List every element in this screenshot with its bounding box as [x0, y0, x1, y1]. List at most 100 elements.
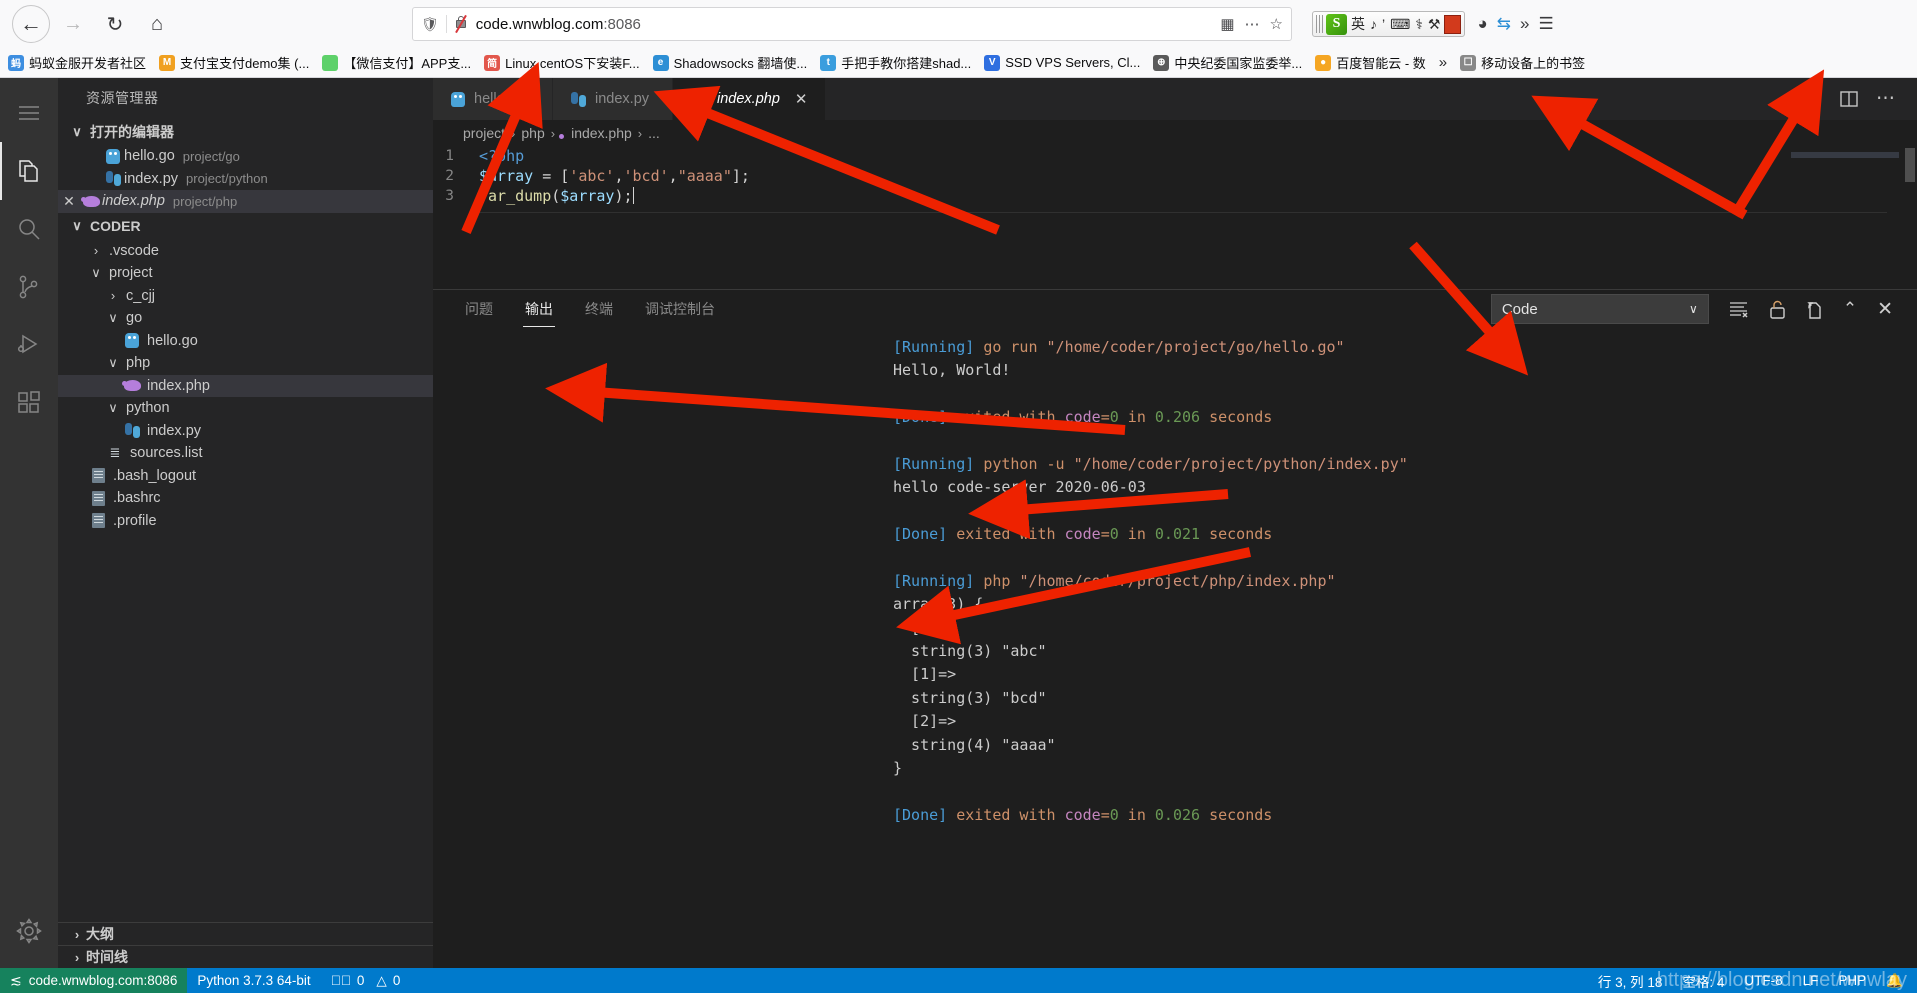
- container-tabs-icon[interactable]: ⇆: [1497, 14, 1511, 34]
- gear-icon[interactable]: [0, 902, 58, 960]
- address-bar[interactable]: 🛡 code.wnwblog.com:8086 ▦ ⋯ ☆: [412, 7, 1292, 41]
- tree-file[interactable]: index.py: [58, 420, 433, 443]
- chevron-right-icon[interactable]: ›: [87, 243, 105, 258]
- ime-settings-icon[interactable]: ⚒: [1427, 16, 1442, 33]
- sidebar-section-header[interactable]: › 时间线: [58, 945, 433, 968]
- section-workspace[interactable]: ∨ CODER: [58, 213, 433, 240]
- ime-tools-icon[interactable]: ⚕: [1414, 16, 1424, 33]
- tree-file[interactable]: hello.go: [58, 330, 433, 353]
- ime-punctuation-icon[interactable]: ’: [1381, 16, 1386, 32]
- close-icon[interactable]: ✕: [58, 193, 80, 210]
- panel-tab[interactable]: 输出: [523, 293, 555, 327]
- minimap-slider[interactable]: [1791, 152, 1899, 158]
- breadcrumb-item[interactable]: php: [521, 125, 544, 141]
- ime-drag-handle[interactable]: [1316, 15, 1323, 33]
- back-icon[interactable]: ←: [12, 5, 50, 43]
- open-editor-item[interactable]: hello.go project/go: [58, 145, 433, 168]
- output-channel-select[interactable]: Code ∨: [1490, 294, 1709, 324]
- sidebar-item-explorer[interactable]: [0, 142, 58, 200]
- ime-toolbar[interactable]: S 英 ♪ ’ ⌨ ⚕ ⚒: [1312, 11, 1466, 37]
- breadcrumb-item[interactable]: ...: [648, 125, 660, 141]
- editor-tab[interactable]: hello.go: [433, 78, 553, 120]
- ellipsis-icon[interactable]: ⋯: [1876, 89, 1895, 108]
- tree-folder[interactable]: ∨ python: [58, 397, 433, 420]
- chevron-double-right-icon[interactable]: »: [1520, 14, 1529, 34]
- chevron-down-icon[interactable]: ∨: [104, 310, 122, 326]
- remote-host-button[interactable]: ≲ code.wnwblog.com:8086: [0, 968, 188, 993]
- scrollbar-thumb[interactable]: [1905, 148, 1915, 182]
- bell-icon[interactable]: 🔔: [1876, 968, 1917, 993]
- language-mode-button[interactable]: PHP: [1828, 968, 1876, 993]
- bookmark-item[interactable]: t 手把手教你搭建shad...: [820, 53, 971, 72]
- unlock-icon[interactable]: [1769, 300, 1786, 319]
- bookmark-item[interactable]: M 支付宝支付demo集 (...: [159, 53, 309, 72]
- tree-file[interactable]: .profile: [58, 510, 433, 533]
- star-icon[interactable]: ☆: [1270, 15, 1283, 33]
- ellipsis-icon[interactable]: ⋯: [1245, 15, 1260, 33]
- bookmark-item[interactable]: ⊕ 中央纪委国家监委举...: [1153, 53, 1302, 72]
- breadcrumb-item[interactable]: project: [463, 125, 505, 141]
- home-icon[interactable]: ⌂: [138, 5, 176, 43]
- open-editor-item[interactable]: index.py project/python: [58, 168, 433, 191]
- lock-struck-icon[interactable]: [454, 14, 469, 34]
- tree-file[interactable]: index.php: [58, 374, 433, 397]
- sidebar-item-run-debug[interactable]: [0, 316, 58, 374]
- chevron-down-icon[interactable]: ∨: [87, 265, 105, 281]
- chevron-down-icon[interactable]: ∨: [104, 355, 122, 371]
- bookmark-item[interactable]: e Shadowsocks 翻墙使...: [652, 53, 807, 72]
- bookmark-item[interactable]: 蚂蚂蚁金服开发者社区: [8, 53, 146, 72]
- section-open-editors[interactable]: ∨ 打开的编辑器: [58, 118, 433, 145]
- editor-tab[interactable]: index.php ✕: [673, 78, 827, 120]
- close-icon[interactable]: ✕: [1877, 298, 1893, 321]
- sidebar-section-header[interactable]: › 大纲: [58, 922, 433, 945]
- tree-file[interactable]: .bashrc: [58, 487, 433, 510]
- bookmark-item[interactable]: ● 百度智能云 - 数: [1315, 53, 1426, 72]
- ime-lang-icon[interactable]: 英: [1350, 14, 1366, 34]
- indentation-button[interactable]: 空格: 4: [1672, 968, 1734, 993]
- tree-file[interactable]: .bash_logout: [58, 465, 433, 488]
- bookmark-item[interactable]: 【微信支付】APP支...: [322, 53, 471, 72]
- tree-folder[interactable]: › c_cjj: [58, 285, 433, 308]
- open-editor-item[interactable]: ✕ index.php project/php: [58, 190, 433, 213]
- ime-logo-icon[interactable]: S: [1326, 13, 1347, 35]
- ime-extra-icon[interactable]: [1444, 14, 1462, 34]
- chevron-right-icon[interactable]: ›: [104, 288, 122, 303]
- cursor-position-button[interactable]: 行 3, 列 18: [1588, 968, 1673, 993]
- panel-tab[interactable]: 问题: [463, 293, 495, 325]
- clear-output-icon[interactable]: [1729, 301, 1749, 318]
- sidebar-item-extensions[interactable]: [0, 374, 58, 432]
- editor-scrollbar[interactable]: [1903, 146, 1917, 289]
- reload-icon[interactable]: ↻: [96, 5, 134, 43]
- forward-icon[interactable]: →: [54, 5, 92, 43]
- hamburger-menu-icon[interactable]: ☰: [1538, 14, 1553, 34]
- bookmark-item[interactable]: V SSD VPS Servers, Cl...: [984, 54, 1140, 71]
- mobile-bookmarks-item[interactable]: ☐ 移动设备上的书签: [1460, 53, 1585, 72]
- hamburger-menu-icon[interactable]: [0, 84, 58, 142]
- code-editor[interactable]: 1 <?php 2 $array = ['abc','bcd',"aaaa"]; 3 va…: [433, 146, 1917, 289]
- editor-tab[interactable]: index.py: [553, 78, 673, 120]
- tree-folder[interactable]: ∨ project: [58, 262, 433, 285]
- open-file-icon[interactable]: [1806, 300, 1823, 319]
- chevron-down-icon[interactable]: ∨: [104, 400, 122, 416]
- ime-music-icon[interactable]: ♪: [1369, 16, 1378, 32]
- tree-file[interactable]: ≣ sources.list: [58, 442, 433, 465]
- chevron-up-icon[interactable]: ⌃: [1843, 299, 1857, 319]
- problems-button[interactable]: ✖⃝ 0 △ 0: [321, 968, 411, 993]
- bookmark-item[interactable]: 简 Linux centOS下安装F...: [484, 53, 640, 72]
- bookmarks-overflow-icon[interactable]: »: [1439, 54, 1447, 71]
- sidebar-item-source-control[interactable]: [0, 258, 58, 316]
- breadcrumb-item[interactable]: index.php: [571, 125, 632, 141]
- eol-button[interactable]: LF: [1793, 968, 1829, 993]
- tree-folder[interactable]: › .vscode: [58, 240, 433, 263]
- sync-icon[interactable]: ◕: [1477, 14, 1487, 34]
- encoding-button[interactable]: UTF-8: [1734, 968, 1792, 993]
- split-editor-icon[interactable]: [1840, 90, 1858, 108]
- panel-tab[interactable]: 终端: [583, 293, 615, 325]
- close-icon[interactable]: ✕: [795, 90, 808, 108]
- tree-folder[interactable]: ∨ php: [58, 352, 433, 375]
- tree-folder[interactable]: ∨ go: [58, 307, 433, 330]
- output-console[interactable]: [Running] go run "/home/coder/project/go…: [433, 328, 1917, 968]
- python-interpreter-button[interactable]: Python 3.7.3 64-bit: [187, 968, 320, 993]
- panel-tab[interactable]: 调试控制台: [643, 293, 717, 325]
- sidebar-item-search[interactable]: [0, 200, 58, 258]
